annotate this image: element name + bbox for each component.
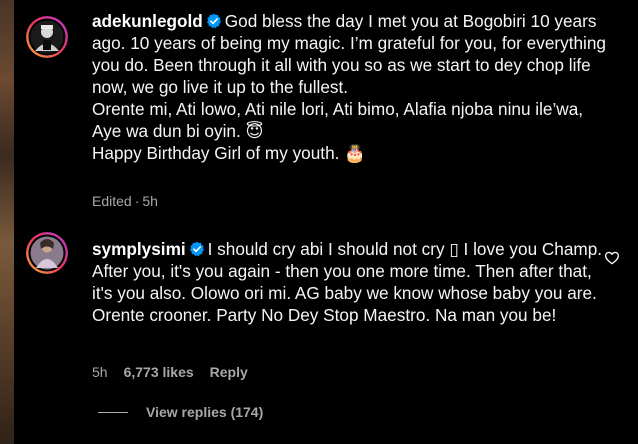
verified-badge-icon bbox=[189, 241, 204, 257]
heart-outline-icon[interactable] bbox=[604, 250, 620, 266]
username-symplysimi[interactable]: symplysimi bbox=[92, 239, 186, 259]
comment-body-adekunlegold: adekunlegold God bless the day I met you … bbox=[92, 10, 612, 164]
comment-meta-symplysimi: 5h 6,773 likes Reply bbox=[92, 364, 248, 380]
comment-meta-adekunlegold: Edited · 5h bbox=[92, 193, 158, 209]
avatar-symplysimi-image bbox=[26, 232, 68, 274]
verified-badge-icon bbox=[206, 13, 221, 29]
view-replies-label: View replies (174) bbox=[146, 404, 264, 420]
comment-body-symplysimi: symplysimi I should cry abi I should not … bbox=[92, 238, 612, 326]
comment-timestamp: 5h bbox=[142, 193, 158, 209]
view-replies-divider bbox=[98, 411, 128, 413]
comment-text-adekunlegold-line3: Happy Birthday Girl of my youth. 🎂 bbox=[92, 143, 366, 163]
edited-label: Edited bbox=[92, 193, 132, 209]
likes-count[interactable]: 6,773 likes bbox=[124, 364, 194, 380]
comment-timestamp: 5h bbox=[92, 364, 108, 380]
comments-screen: adekunlegold God bless the day I met you … bbox=[0, 0, 638, 444]
view-replies-button[interactable]: View replies (174) bbox=[98, 404, 263, 420]
username-adekunlegold[interactable]: adekunlegold bbox=[92, 11, 203, 31]
background-photo-edge bbox=[0, 0, 14, 444]
comments-panel: adekunlegold God bless the day I met you … bbox=[14, 0, 638, 444]
reply-button[interactable]: Reply bbox=[210, 364, 248, 380]
meta-separator: · bbox=[134, 193, 140, 209]
comment-text-adekunlegold-line2: Orente mi, Ati lowo, Ati nile lori, Ati … bbox=[92, 99, 584, 141]
avatar-adekunlegold[interactable] bbox=[26, 16, 68, 58]
avatar-symplysimi[interactable] bbox=[26, 232, 68, 274]
avatar-adekunlegold-image bbox=[26, 16, 68, 58]
